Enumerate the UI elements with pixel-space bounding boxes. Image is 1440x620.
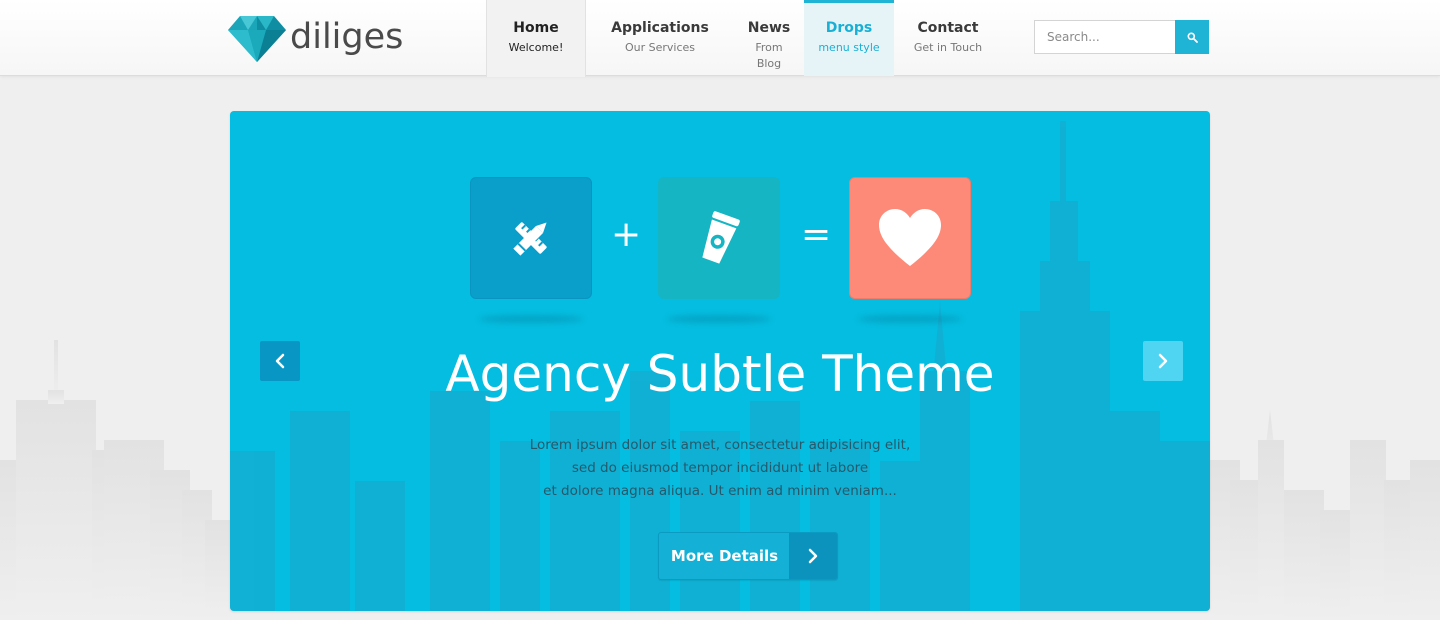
description-line: et dolore magna aliqua. Ut enim ad minim… — [543, 483, 897, 499]
search-icon — [1187, 32, 1198, 43]
tile-shadow — [858, 315, 962, 323]
chevron-right-icon — [1158, 353, 1168, 369]
more-details-label: More Details — [670, 547, 779, 565]
cta-arrow — [789, 533, 837, 579]
nav-item-title: Drops — [825, 20, 873, 36]
equals-sign: = — [801, 214, 832, 255]
heart-icon — [879, 209, 941, 266]
description-line: Lorem ipsum dolor sit amet, consectetur … — [529, 437, 911, 453]
diamond-icon — [228, 16, 286, 62]
chevron-right-icon — [808, 548, 818, 564]
search-form — [1034, 20, 1209, 54]
nav-item-contact[interactable]: Contact Get in Touch — [894, 0, 1002, 76]
search-button[interactable] — [1175, 20, 1209, 54]
nav-item-subtitle: From Blog — [755, 41, 783, 70]
nav-item-drops[interactable]: Drops menu style — [804, 0, 894, 76]
design-tile — [470, 177, 592, 299]
search-input[interactable] — [1034, 20, 1176, 54]
slider-next-button[interactable] — [1143, 341, 1183, 381]
more-details-button[interactable]: More Details — [658, 532, 838, 580]
logo[interactable]: diliges — [228, 16, 403, 64]
main-nav: Home Welcome! Applications Our Services … — [486, 0, 1002, 77]
nav-item-title: Applications — [611, 20, 709, 36]
love-tile — [849, 177, 971, 299]
plus-sign: + — [611, 214, 642, 255]
site-header: diliges Home Welcome! Applications Our S… — [0, 0, 1440, 77]
nav-item-news[interactable]: News From Blog — [734, 0, 804, 76]
nav-item-subtitle: Our Services — [624, 41, 696, 54]
nav-item-home[interactable]: Home Welcome! — [486, 0, 586, 77]
description-line: sed do eiusmod tempor incididunt ut labo… — [571, 460, 869, 476]
brand-name: diliges — [290, 17, 404, 57]
tile-shadow — [479, 315, 583, 323]
slide-headline: Agency Subtle Theme — [445, 345, 995, 403]
ruler-pencil-icon — [513, 222, 547, 256]
nav-item-subtitle: Welcome! — [508, 41, 564, 54]
nav-item-applications[interactable]: Applications Our Services — [586, 0, 734, 76]
hero-slider: + = Agency Subtle Theme Lorem ipsum dolo… — [230, 111, 1210, 611]
coffee-tile — [658, 177, 780, 299]
nav-item-subtitle: menu style — [818, 41, 880, 54]
tile-shadow — [667, 315, 771, 323]
slide-description: Lorem ipsum dolor sit amet, consectetur … — [470, 434, 970, 503]
nav-item-subtitle: Get in Touch — [913, 41, 983, 54]
coffee-cup-icon — [702, 211, 740, 264]
chevron-left-icon — [275, 353, 285, 369]
nav-item-title: Home — [513, 20, 559, 36]
nav-item-title: Contact — [917, 20, 979, 36]
slider-prev-button[interactable] — [260, 341, 300, 381]
nav-item-title: News — [747, 20, 791, 36]
